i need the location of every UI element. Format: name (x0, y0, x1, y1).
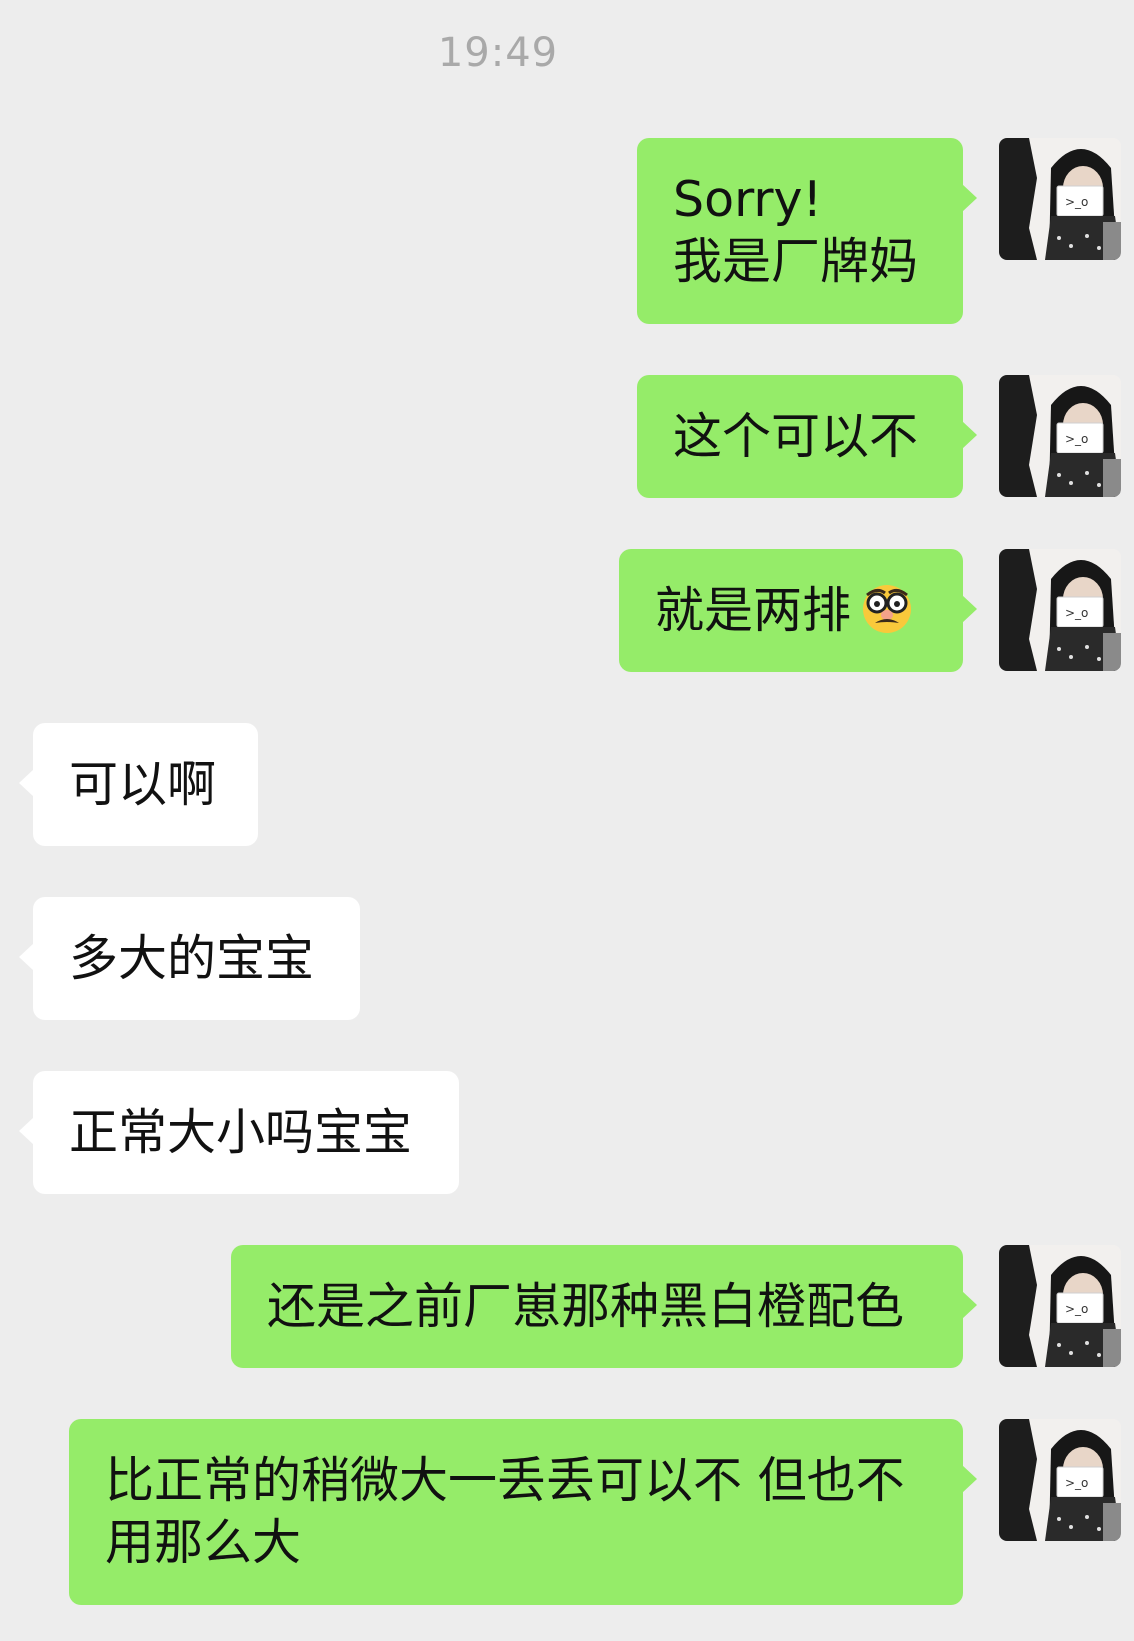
message-bubble-outgoing[interactable]: Sorry! 我是厂牌妈 (637, 138, 977, 324)
message-text: 可以啊 (69, 755, 217, 813)
avatar-photo-icon: >_o (999, 138, 1121, 260)
message-text: 多大的宝宝 (69, 929, 315, 987)
message-text: 这个可以不 (673, 407, 919, 465)
message-text: Sorry! 我是厂牌妈 (673, 171, 919, 290)
disguised-face-emoji-icon (863, 584, 912, 633)
message-bubble-incoming[interactable]: 正常大小吗宝宝 (19, 1071, 459, 1194)
message-bubble-outgoing[interactable]: 就是两排 (619, 549, 977, 672)
user-avatar[interactable]: >_o (999, 1419, 1121, 1541)
svg-text:>_o: >_o (1065, 1476, 1088, 1490)
chat-timestamp: 19:49 (437, 30, 559, 76)
message-bubble-incoming[interactable]: 多大的宝宝 (19, 897, 360, 1020)
user-avatar[interactable]: >_o (999, 375, 1121, 497)
svg-text:>_o: >_o (1065, 1302, 1088, 1316)
svg-text:>_o: >_o (1065, 606, 1088, 620)
avatar-photo-icon: >_o (999, 1245, 1121, 1367)
avatar-photo-icon: >_o (999, 549, 1121, 671)
user-avatar[interactable]: >_o (999, 138, 1121, 260)
message-bubble-outgoing[interactable]: 这个可以不 (637, 375, 977, 498)
user-avatar[interactable]: >_o (999, 549, 1121, 671)
message-text: 还是之前厂崽那种黑白橙配色 (267, 1277, 905, 1335)
message-bubble-incoming[interactable]: 可以啊 (19, 723, 258, 846)
svg-text:>_o: >_o (1065, 195, 1088, 209)
message-text: 就是两排 (655, 581, 852, 639)
avatar-photo-icon: >_o (999, 375, 1121, 497)
user-avatar[interactable]: >_o (999, 1245, 1121, 1367)
message-bubble-outgoing[interactable]: 比正常的稍微大一丢丢可以不 但也不 用那么大 (69, 1419, 977, 1605)
message-text: 正常大小吗宝宝 (69, 1103, 413, 1161)
avatar-photo-icon: >_o (999, 1419, 1121, 1541)
message-bubble-outgoing[interactable]: 还是之前厂崽那种黑白橙配色 (231, 1245, 977, 1368)
message-text: 比正常的稍微大一丢丢可以不 但也不 用那么大 (105, 1452, 905, 1571)
svg-text:>_o: >_o (1065, 432, 1088, 446)
